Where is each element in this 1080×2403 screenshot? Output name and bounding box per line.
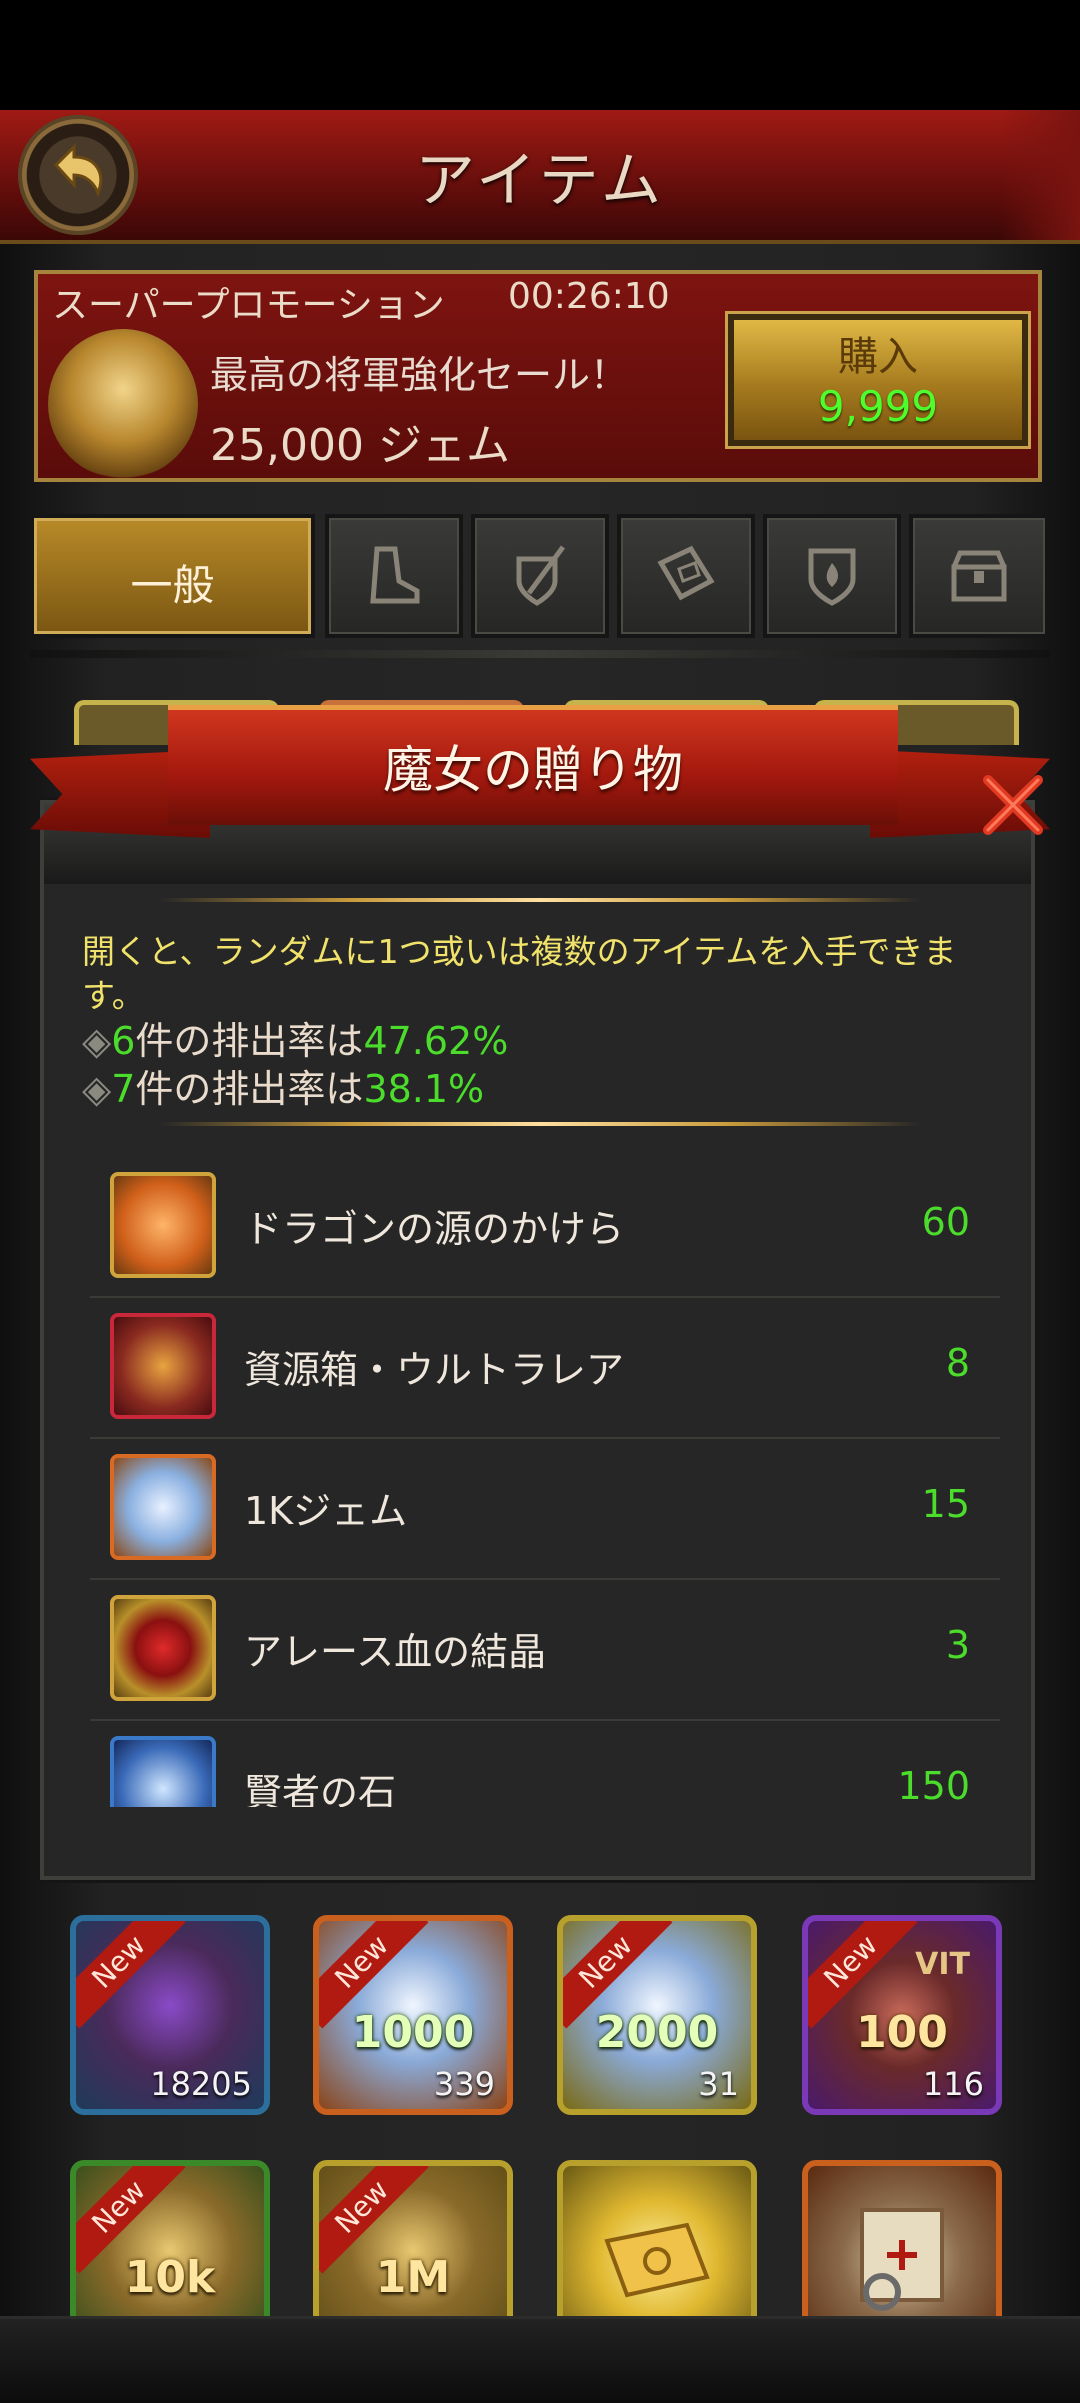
item-gems-2000[interactable]: New 2000 31 (557, 1915, 757, 2115)
modal-title-ribbon: 魔女の贈り物 (30, 705, 1050, 840)
vit-badge: VIT (915, 1947, 970, 1982)
list-item: 賢者の石 150 (90, 1719, 1000, 1807)
item-qty: 8 (945, 1341, 970, 1385)
rate-line-1: ◈6件の排出率は47.62% (82, 1010, 508, 1065)
glow-divider (160, 898, 920, 902)
buy-button[interactable]: 購入 9,999 (728, 314, 1028, 446)
tab-speedup[interactable] (325, 514, 463, 638)
item-qty: 15 (921, 1482, 970, 1526)
book-icon (657, 545, 715, 601)
item-gems-1000[interactable]: New 1000 339 (313, 1915, 513, 2115)
promo-banner: スーパープロモーション 00:26:10 最高の将軍強化セール！ 25,000 … (34, 270, 1042, 482)
back-button[interactable] (18, 115, 138, 235)
reward-list[interactable]: ドラゴンの源のかけら 60 資源箱・ウルトラレア 8 1Kジェム 15 アレース… (90, 1155, 1000, 1807)
scroll-icon (860, 2208, 944, 2311)
back-arrow-icon (53, 143, 103, 198)
ticket-icon (604, 2222, 710, 2298)
item-count: 339 (433, 2065, 495, 2103)
rate-text: 件の排出率は (135, 1067, 364, 1111)
tab-general[interactable]: 一般 (30, 514, 315, 638)
promo-headline: 最高の将軍強化セール！ (210, 353, 629, 397)
list-item: 資源箱・ウルトラレア 8 (90, 1296, 1000, 1439)
item-count: 116 (922, 2065, 984, 2103)
list-item: 1Kジェム 15 (90, 1437, 1000, 1580)
item-count: 18205 (150, 2065, 252, 2103)
promo-timer: 00:26:10 (508, 276, 670, 317)
new-badge: New (76, 1921, 186, 2029)
sage-stone-icon (110, 1736, 216, 1807)
item-name: ドラゴンの源のかけら (244, 1207, 625, 1251)
tab-chests[interactable] (909, 514, 1049, 638)
tab-books[interactable] (617, 514, 755, 638)
item-name: 1Kジェム (244, 1489, 408, 1533)
item-amount: 2000 (595, 2007, 719, 2058)
tab-general-label: 一般 (130, 561, 215, 610)
item-count: 31 (698, 2065, 739, 2103)
item-grid: New 18205 New 1000 339 New 2000 31 New V… (70, 1915, 1010, 2360)
promo-label: スーパープロモーション (52, 285, 445, 326)
item-name: アレース血の結晶 (244, 1630, 547, 1674)
item-qty: 150 (897, 1764, 970, 1807)
list-item: アレース血の結晶 3 (90, 1578, 1000, 1721)
item-amount: 10k (124, 2252, 216, 2303)
ribbon-center: 魔女の贈り物 (168, 705, 898, 825)
resource-chest-icon (110, 1313, 216, 1419)
close-button[interactable] (978, 770, 1048, 840)
item-name: 資源箱・ウルトラレア (244, 1348, 625, 1392)
status-bar (0, 0, 1080, 110)
item-amethyst-chest[interactable]: New 18205 (70, 1915, 270, 2115)
page-title: アイテム (415, 146, 665, 216)
rate-line-2: ◈7件の排出率は38.1% (82, 1058, 484, 1113)
item-amount: 1000 (351, 2007, 475, 2058)
diamond-icon: ◈ (82, 1019, 112, 1063)
item-name: 賢者の石 (244, 1771, 397, 1807)
category-tabs: 一般 (30, 514, 1050, 642)
boot-icon (370, 546, 420, 604)
close-icon (983, 775, 1043, 835)
modal-title: 魔女の贈り物 (383, 741, 683, 799)
glow-divider (160, 1122, 920, 1126)
dragon-shard-icon (110, 1172, 216, 1278)
tab-buffs[interactable] (763, 514, 901, 638)
buy-label: 購入 (838, 334, 918, 380)
blood-crystal-icon (110, 1595, 216, 1701)
chest-icon (951, 550, 1007, 602)
header-ornament (1000, 110, 1080, 240)
rate-text: 件の排出率は (135, 1019, 364, 1063)
item-vitality-meat[interactable]: New VIT 100 116 (802, 1915, 1002, 2115)
sword-shield-icon (516, 545, 566, 606)
header: アイテム (0, 110, 1080, 244)
fire-shield-icon (808, 548, 856, 606)
promo-gem-amount: 25,000 ジェム (210, 420, 510, 471)
rate-percent: 38.1% (363, 1067, 485, 1111)
buy-price: 9,999 (817, 382, 939, 431)
item-qty: 60 (921, 1200, 970, 1244)
tab-combat[interactable] (471, 514, 609, 638)
rate-percent: 47.62% (363, 1019, 509, 1063)
general-helmet-icon (48, 329, 198, 479)
item-qty: 3 (945, 1623, 970, 1667)
modal-description: 開くと、ランダムに1つ或いは複数のアイテムを入手できます。 (82, 932, 957, 1015)
item-amount: 1M (375, 2252, 451, 2303)
gem-1k-icon (110, 1454, 216, 1560)
rate-count: 7 (111, 1067, 136, 1111)
bottom-bar (0, 2316, 1080, 2403)
divider (30, 650, 1050, 658)
diamond-icon: ◈ (82, 1067, 112, 1111)
list-item: ドラゴンの源のかけら 60 (90, 1155, 1000, 1298)
item-amount: 100 (856, 2007, 948, 2058)
rate-count: 6 (111, 1019, 136, 1063)
